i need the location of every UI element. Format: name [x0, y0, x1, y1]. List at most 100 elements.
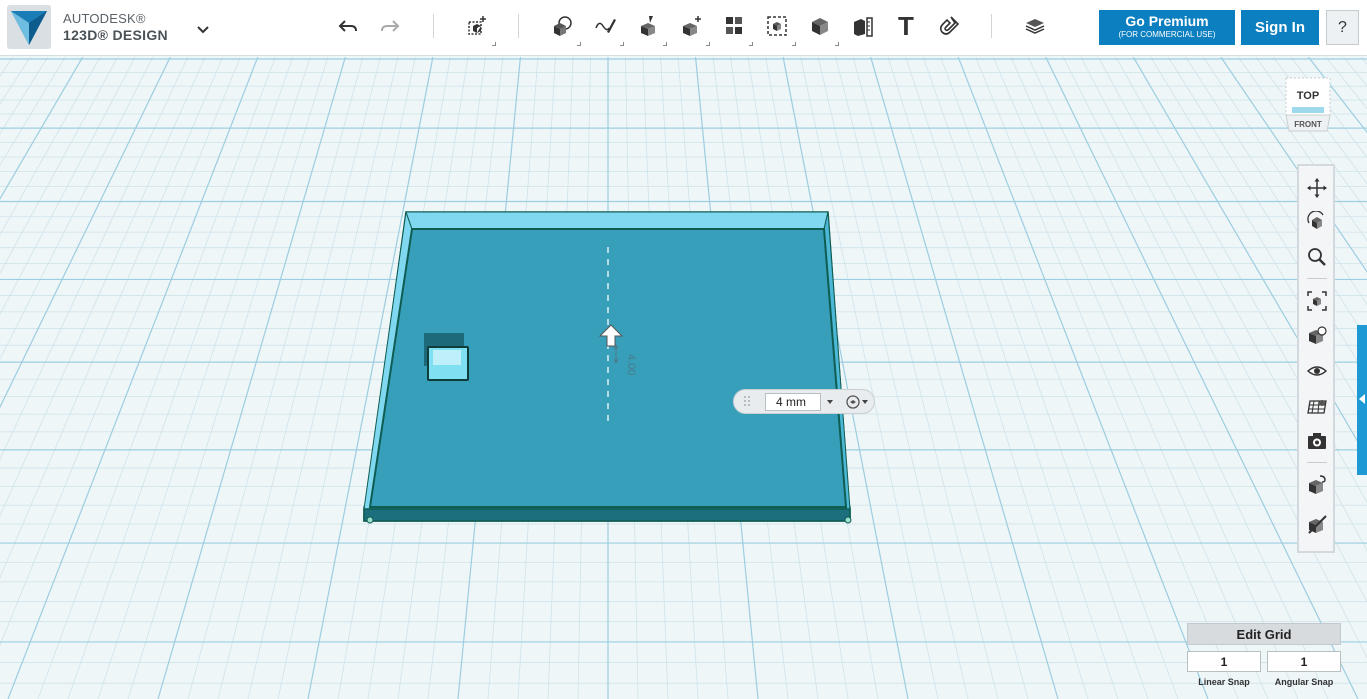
toolbar-separator [991, 14, 992, 38]
angular-snap-input[interactable] [1267, 651, 1341, 672]
fit-icon [1307, 291, 1327, 311]
construct-button[interactable] [629, 8, 667, 46]
undo-icon [338, 20, 357, 32]
solid-back-rim [405, 211, 829, 230]
view-cube-front-label[interactable]: FRONT [1294, 120, 1322, 129]
pattern-icon [726, 17, 742, 34]
grid-line [922, 57, 1149, 699]
grid-line [0, 57, 136, 316]
orbit-button[interactable] [1303, 208, 1331, 236]
dimension-input-box [733, 389, 875, 414]
navbar-separator [1307, 462, 1327, 463]
snap-magnet-icon [939, 16, 960, 35]
view-cube[interactable]: TOP FRONT [1283, 75, 1333, 133]
3d-viewport[interactable]: 4.00 [0, 57, 1367, 699]
undo-button[interactable] [329, 8, 367, 44]
grid-line [0, 57, 206, 517]
grid-line [0, 57, 224, 579]
grid-line [992, 57, 1269, 699]
grid-line [127, 57, 329, 699]
edit-grid-button[interactable]: Edit Grid [1187, 623, 1341, 645]
material-toggle-button[interactable] [1303, 471, 1331, 499]
go-premium-button[interactable]: Go Premium (FOR COMMERCIAL USE) [1099, 10, 1235, 45]
zoom-button[interactable] [1303, 243, 1331, 271]
brand-autodesk: AUTODESK® [63, 11, 146, 26]
material-icon [1309, 475, 1326, 494]
outline-toggle-button[interactable] [1303, 510, 1331, 538]
pattern-button[interactable] [715, 8, 753, 46]
snap-options-icon[interactable] [844, 394, 870, 410]
grid-line [97, 57, 311, 699]
go-premium-sublabel: (FOR COMMERCIAL USE) [1118, 30, 1216, 39]
zoom-icon [1308, 248, 1326, 266]
redo-button[interactable] [371, 8, 409, 44]
ghost-dimension-text: 4.00 [625, 354, 637, 375]
sketch-button[interactable] [586, 8, 624, 46]
combine-icon [812, 18, 828, 35]
pan-icon [1307, 178, 1327, 198]
grid-line [1220, 57, 1367, 273]
visibility-icon [1306, 366, 1328, 376]
modify-icon [683, 16, 701, 36]
small-cube[interactable] [424, 333, 469, 381]
go-premium-label: Go Premium [1125, 13, 1209, 29]
fit-button[interactable] [1303, 287, 1331, 315]
grid-line [0, 57, 189, 461]
grid-line [975, 57, 1239, 699]
view-cube-top-label[interactable]: TOP [1297, 90, 1319, 102]
brand-product: 123D® DESIGN [63, 27, 168, 43]
grid-line [1167, 57, 1367, 377]
scene-canvas[interactable]: 4.00 [0, 57, 1367, 699]
material-button[interactable] [1016, 8, 1054, 44]
visibility-button[interactable] [1303, 357, 1331, 385]
grid-toggle-button[interactable] [1303, 392, 1331, 420]
dimension-dropdown-icon[interactable] [824, 395, 836, 409]
chevron-left-icon [1359, 394, 1365, 404]
outline-icon [1308, 515, 1327, 534]
construct-icon [641, 16, 655, 36]
dimension-input[interactable] [765, 393, 821, 411]
primitives-button[interactable] [543, 8, 581, 46]
views-button[interactable] [1303, 322, 1331, 350]
drag-grip-icon[interactable] [741, 394, 755, 410]
grouping-button[interactable] [758, 8, 796, 46]
pan-button[interactable] [1303, 174, 1331, 202]
material-layers-icon [1025, 19, 1045, 34]
grid-line [1010, 57, 1299, 699]
grid-line [1185, 57, 1367, 340]
sketch-icon [595, 19, 616, 33]
snap-button[interactable] [930, 8, 968, 44]
sign-in-button[interactable]: Sign In [1241, 10, 1319, 45]
grid-line [835, 57, 999, 699]
primitives-icon [554, 16, 572, 36]
toolbar-separator [433, 14, 434, 38]
vertex-dot [844, 516, 852, 524]
grid-line [0, 57, 31, 105]
grid-line [0, 57, 66, 166]
navbar-separator [1307, 278, 1327, 279]
chevron-down-icon [197, 26, 209, 34]
grid-line [0, 57, 84, 200]
grid-line [67, 57, 294, 699]
toolbar-separator [518, 14, 519, 38]
modify-button[interactable] [672, 8, 710, 46]
grid-line [0, 57, 14, 77]
orbit-icon [1307, 211, 1324, 229]
vertex-dot [366, 516, 374, 524]
text-button[interactable]: T [887, 8, 925, 44]
screenshot-icon [1308, 433, 1326, 449]
help-button[interactable]: ? [1326, 10, 1359, 45]
angular-snap-label: Angular Snap [1274, 677, 1334, 687]
transform-button[interactable] [458, 8, 496, 46]
grid-line [157, 57, 346, 699]
app-menu-button[interactable] [190, 16, 216, 42]
side-panel-toggle[interactable] [1357, 325, 1367, 475]
linear-snap-input[interactable] [1187, 651, 1261, 672]
combine-button[interactable] [801, 8, 839, 46]
screenshot-button[interactable] [1303, 427, 1331, 455]
grid-line [852, 57, 1029, 699]
solid-bottom-edge [363, 508, 851, 522]
transform-icon [468, 16, 486, 35]
text-tool-icon: T [898, 10, 914, 41]
measure-button[interactable] [844, 8, 882, 44]
